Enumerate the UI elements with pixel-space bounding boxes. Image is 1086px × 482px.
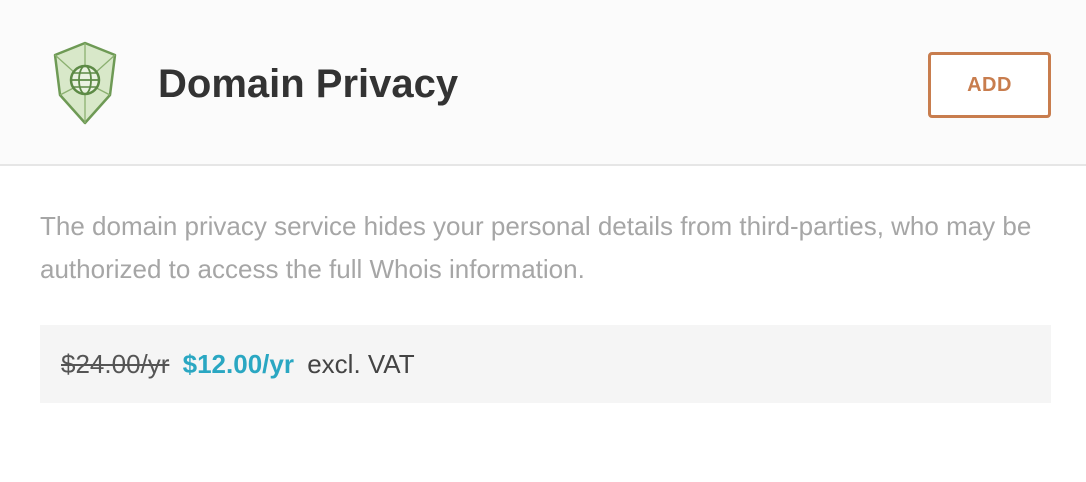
domain-privacy-card: Domain Privacy ADD The domain privacy se… (0, 0, 1086, 482)
tax-note: excl. VAT (307, 349, 415, 379)
old-price: $24.00/yr (61, 349, 170, 379)
product-description: The domain privacy service hides your pe… (40, 211, 1032, 284)
add-button[interactable]: ADD (928, 52, 1051, 118)
product-title: Domain Privacy (158, 62, 459, 106)
price-box: $24.00/yr $12.00/yr excl. VAT (40, 325, 1051, 403)
shield-globe-icon (53, 41, 117, 125)
new-price: $12.00/yr (182, 349, 294, 379)
card-header: Domain Privacy ADD (0, 0, 1086, 166)
